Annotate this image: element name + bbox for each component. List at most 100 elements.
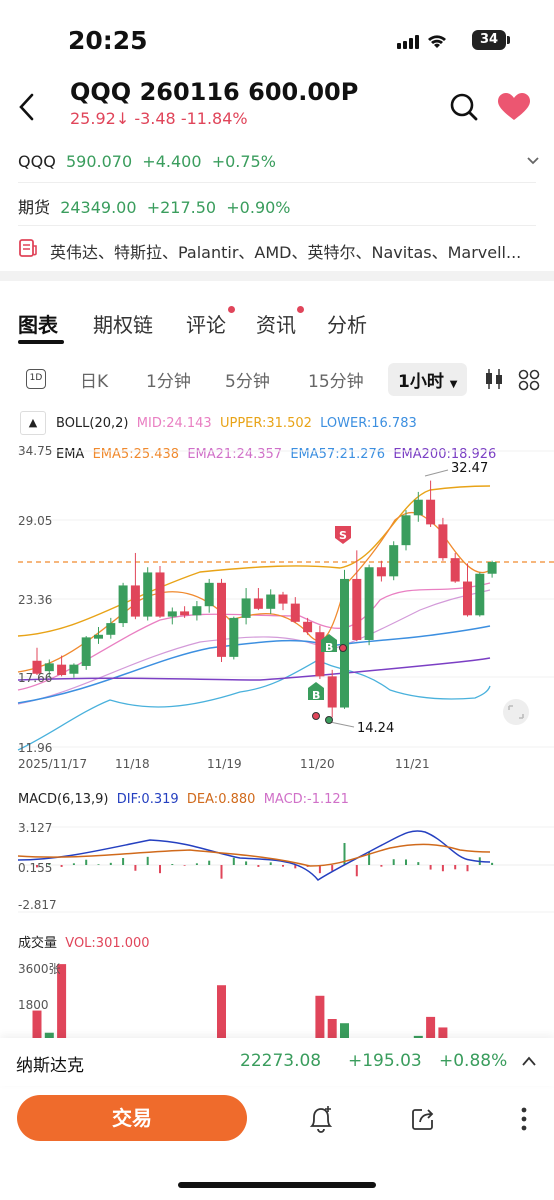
low-label-leader (329, 721, 355, 728)
volume-axis-label: 3600张 (18, 962, 61, 976)
price-axis-label: 17.66 (18, 671, 53, 685)
boll-mid: MID:24.143 (136, 416, 212, 431)
price-alert-bell-icon[interactable] (308, 1105, 334, 1133)
dropdown-caret-icon: ▼ (449, 379, 458, 390)
candle (352, 550, 362, 642)
price-axis-label: 11.96 (18, 741, 53, 755)
macd-bar (405, 859, 407, 865)
tab-active-underline (18, 340, 64, 344)
candle (81, 636, 91, 670)
macd-bar (417, 862, 420, 865)
tab-chart[interactable]: 图表 (18, 309, 58, 338)
macd-bar (257, 865, 260, 867)
candle (278, 591, 288, 611)
macd-bar (232, 857, 235, 865)
divider (18, 182, 536, 183)
futures-change: +217.50 (146, 198, 217, 217)
chevron-up-icon[interactable] (521, 1055, 537, 1067)
volume-value: VOL:301.000 (65, 936, 150, 951)
status-bar: 20:25 34 (0, 0, 554, 78)
period-5min[interactable]: 5分钟 (225, 367, 270, 392)
option-title: QQQ 260116 600.00P (70, 78, 359, 106)
macd-bar (491, 862, 494, 865)
date-axis-label: 11/18 (115, 757, 150, 771)
volume-bar (32, 1010, 42, 1038)
svg-text:B: B (312, 689, 320, 702)
candlestick-chart[interactable]: 32.47 14.24 S B B (0, 440, 554, 780)
date-axis-label: 11/20 (300, 757, 335, 771)
share-icon[interactable] (410, 1106, 436, 1132)
trade-button[interactable]: 交易 (17, 1095, 247, 1141)
candle (463, 563, 472, 617)
macd-dif: DIF:0.319 (116, 792, 179, 807)
favorite-heart-icon[interactable] (498, 93, 530, 121)
boll-lower-line (17, 659, 491, 751)
price-axis-label: 29.05 (18, 514, 53, 528)
macd-axis-label: 0.155 (18, 861, 53, 875)
battery-tip (507, 36, 510, 44)
period-daily[interactable]: 日K (80, 367, 108, 392)
macd-bar (134, 865, 137, 871)
svg-text:S: S (339, 529, 347, 542)
more-menu-icon[interactable] (520, 1106, 528, 1132)
macd-bar (109, 862, 112, 865)
futures-row[interactable]: 期货 24349.00 +217.50 +0.90% (18, 194, 291, 218)
macd-bar (208, 860, 211, 865)
candle (401, 510, 411, 551)
macd-bar (97, 864, 100, 865)
index-name: 纳斯达克 (16, 1056, 84, 1076)
svg-text:B: B (325, 641, 333, 654)
tab-comments[interactable]: 评论 (186, 309, 226, 338)
period-15min[interactable]: 15分钟 (308, 367, 364, 392)
candle (389, 541, 399, 581)
news-ticker[interactable]: 英伟达、特斯拉、Palantir、AMD、英特尔、Navitas、Marvell… (50, 239, 540, 263)
collapse-indicator-icon[interactable]: ▲ (20, 411, 46, 435)
fullscreen-button[interactable] (503, 699, 529, 725)
candle (229, 616, 239, 660)
futures-change-pct: +0.90% (226, 198, 291, 217)
chevron-down-icon[interactable] (526, 156, 540, 166)
candle (364, 564, 374, 646)
notification-dot (297, 306, 304, 313)
candle (155, 565, 165, 618)
candle-style-icon[interactable] (484, 368, 504, 390)
macd-bar (355, 865, 358, 877)
candle (475, 572, 485, 617)
macd-bar (195, 863, 198, 865)
grid-layout-icon[interactable] (518, 369, 540, 391)
volume-axis-label: 1800 (18, 998, 49, 1012)
tab-option-chain[interactable]: 期权链 (93, 309, 153, 338)
candle (376, 560, 386, 582)
back-arrow-icon[interactable] (16, 92, 38, 122)
period-1d-icon[interactable]: 1D (26, 369, 46, 389)
macd-histogram (36, 843, 494, 879)
notification-dot (228, 306, 235, 313)
divider (18, 225, 536, 226)
macd-bar (72, 863, 75, 865)
candle (130, 552, 140, 620)
macd-axis-label: -2.817 (18, 898, 57, 912)
period-1min[interactable]: 1分钟 (146, 367, 191, 392)
candle (118, 582, 128, 627)
underlying-row[interactable]: QQQ 590.070 +4.400 +0.75% (18, 152, 276, 171)
search-icon[interactable] (449, 92, 479, 122)
macd-bar (60, 865, 63, 867)
high-price-label: 32.47 (451, 461, 488, 476)
candle (438, 517, 448, 561)
macd-chart (17, 826, 554, 913)
futures-label: 期货 (18, 198, 51, 217)
macd-axis-label: 3.127 (18, 821, 53, 835)
macd-bar (183, 865, 186, 866)
underlying-symbol: QQQ (18, 152, 56, 171)
period-1hour[interactable]: 1小时 ▼ (388, 363, 468, 396)
trade-point (312, 712, 320, 720)
macd-bar (392, 859, 395, 865)
macd-bar (429, 865, 432, 870)
cellular-signal-icon (397, 35, 446, 49)
index-bar[interactable]: 纳斯达克 22273.08 +195.03 +0.88% (0, 1038, 554, 1086)
candle (340, 569, 349, 709)
tab-analysis[interactable]: 分析 (327, 309, 367, 338)
candle (217, 578, 226, 663)
tab-news[interactable]: 资讯 (256, 309, 296, 338)
macd-name: MACD(6,13,9) (18, 792, 109, 807)
